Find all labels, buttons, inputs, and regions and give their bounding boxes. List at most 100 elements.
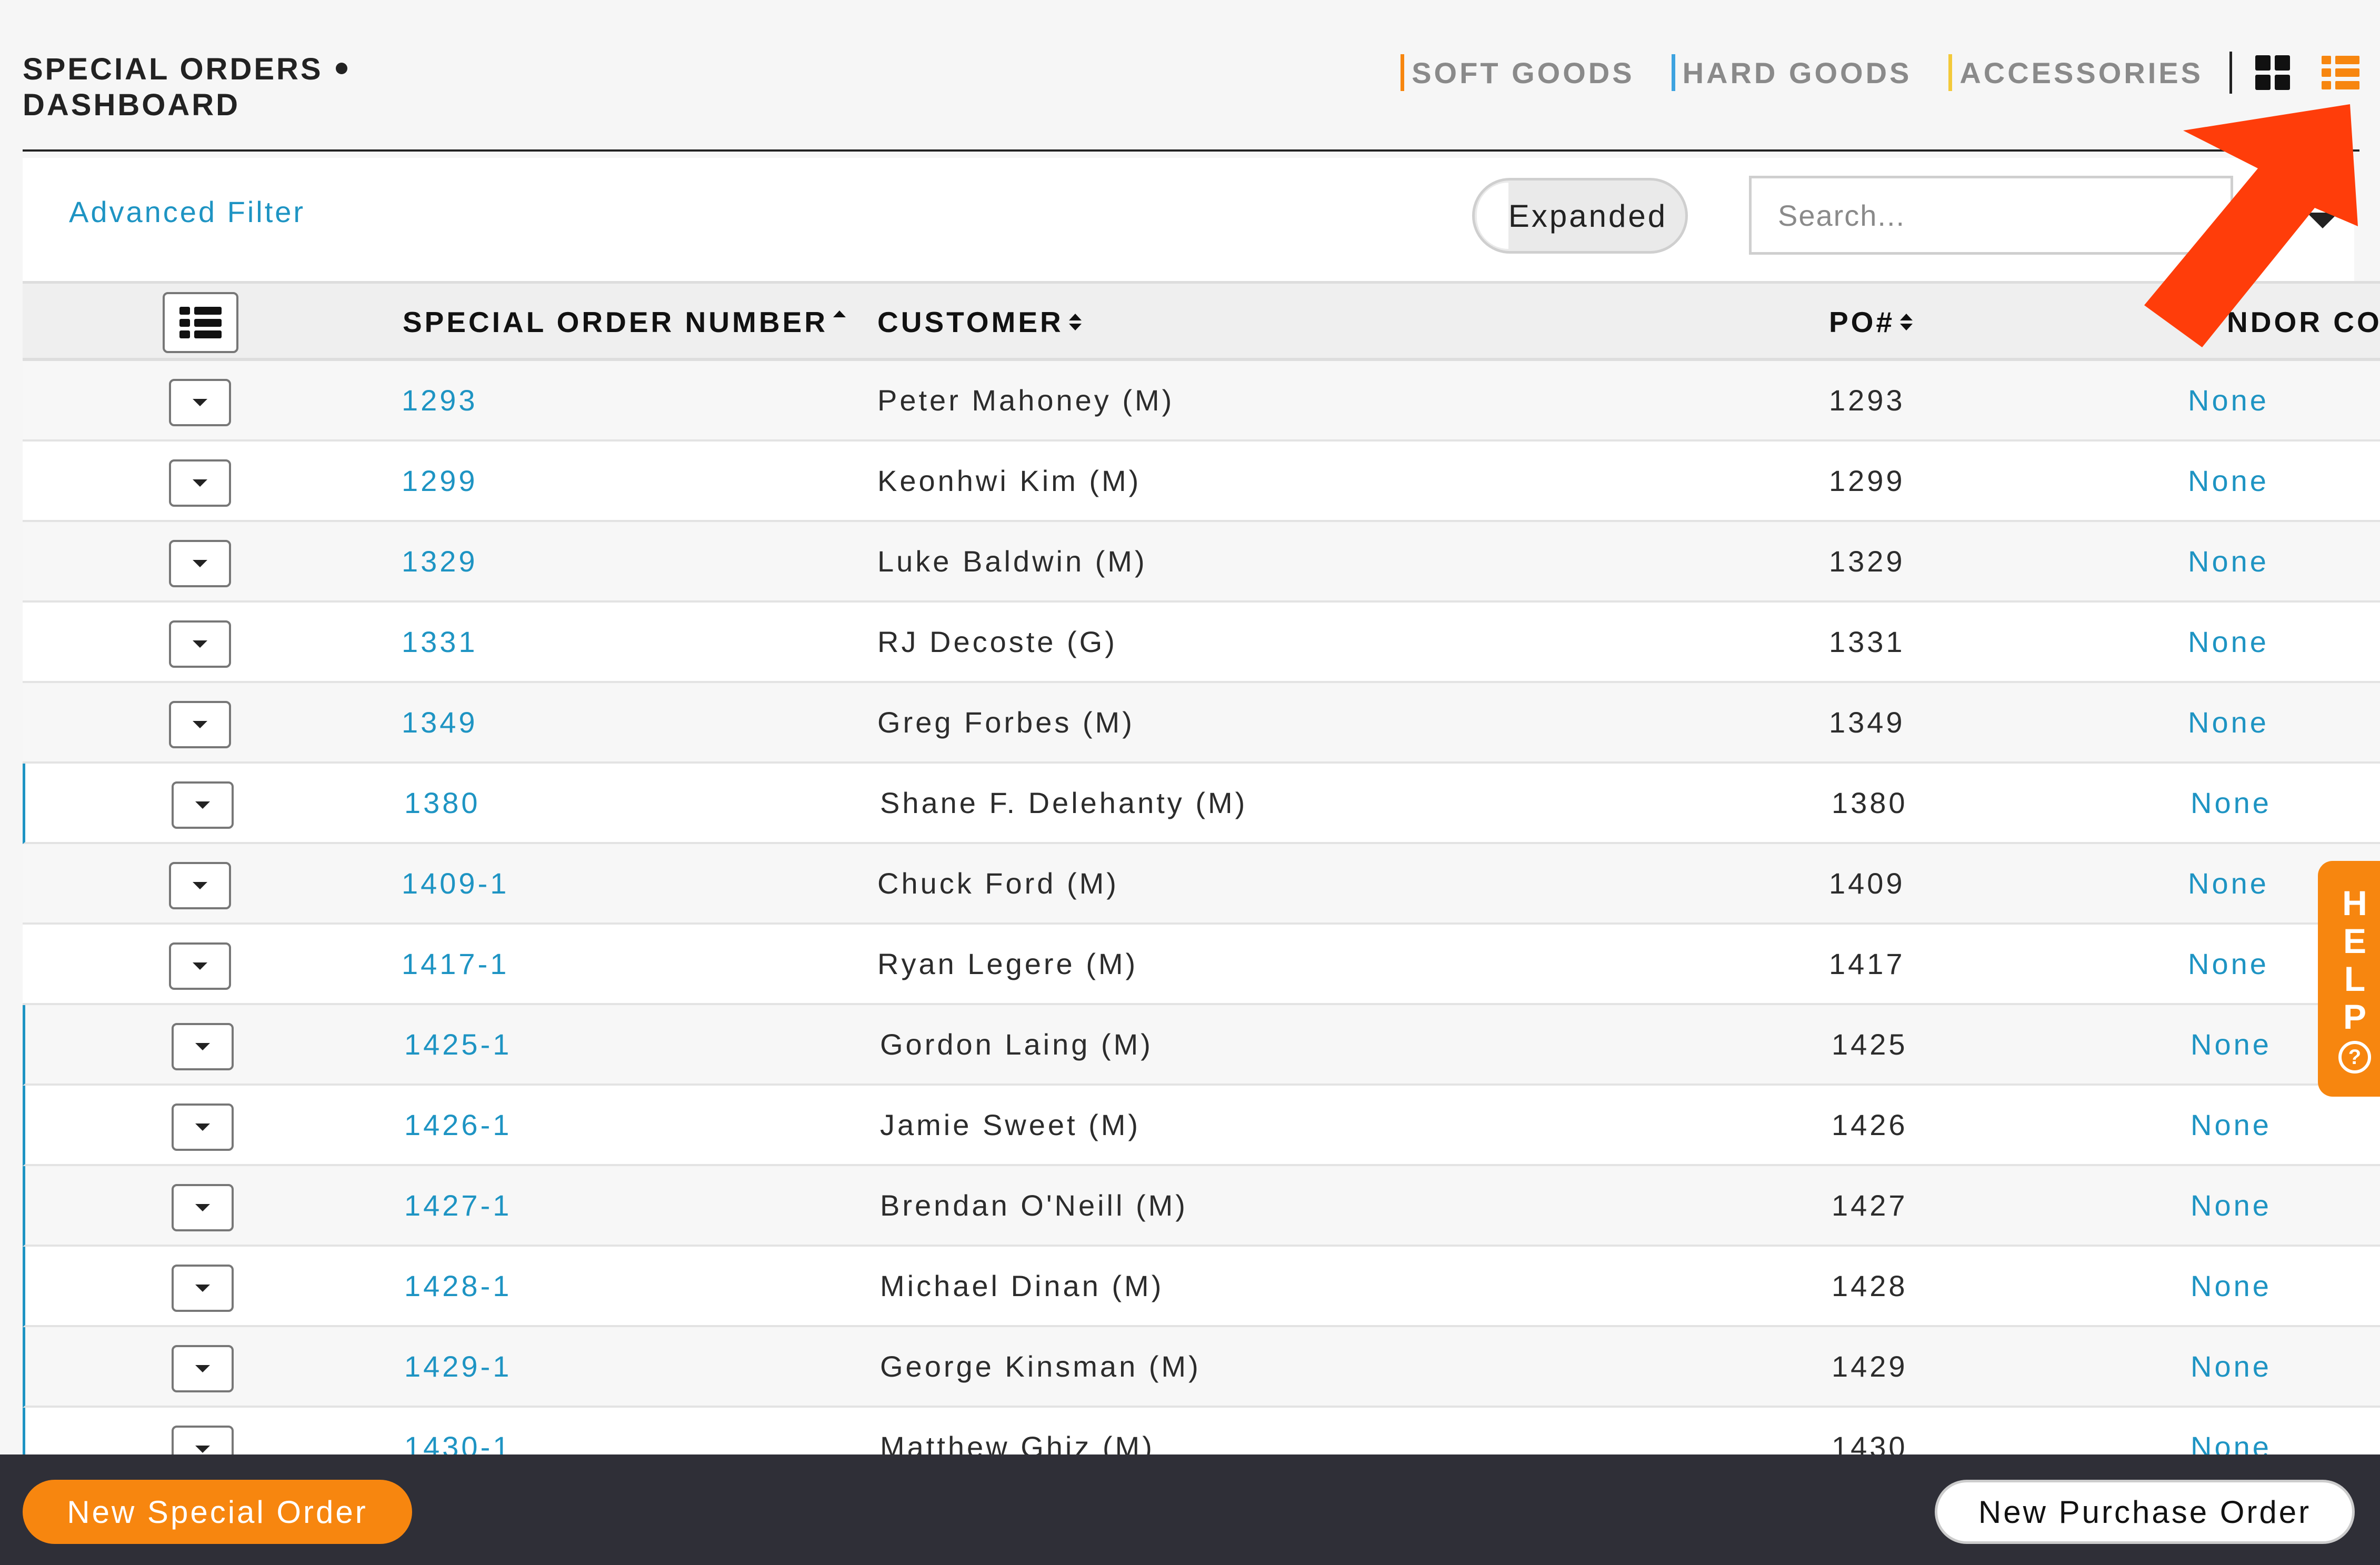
orders-table: SPECIAL ORDER NUMBER CUSTOMER PO# NDOR C…	[23, 281, 2380, 1454]
column-label: SPECIAL ORDER NUMBER	[403, 306, 828, 338]
po-cell: 1430	[1832, 1430, 1908, 1454]
order-number-link[interactable]: 1429-1	[404, 1327, 512, 1406]
order-number-link[interactable]: 1293	[402, 361, 478, 439]
order-number-link[interactable]: 1427-1	[404, 1166, 512, 1245]
po-cell: 1299	[1829, 464, 1905, 497]
row-actions-button[interactable]	[172, 1103, 234, 1151]
po-cell: 1380	[1832, 786, 1908, 819]
column-header-order-number[interactable]: SPECIAL ORDER NUMBER	[403, 284, 846, 360]
order-number-link[interactable]: 1428-1	[404, 1247, 512, 1325]
new-purchase-order-button[interactable]: New Purchase Order	[1935, 1480, 2355, 1544]
customer-cell: Ryan Legere (M)	[877, 947, 1138, 980]
vendor-confirmation-link[interactable]: None	[2191, 1327, 2272, 1406]
caret-down-icon	[195, 1285, 210, 1292]
table-row: 1329 Luke Baldwin (M) 1329 None	[23, 522, 2380, 603]
list-view-icon[interactable]	[2322, 56, 2359, 89]
order-number-link[interactable]: 1425-1	[404, 1005, 512, 1084]
caret-down-icon	[193, 882, 207, 889]
column-header-customer[interactable]: CUSTOMER	[877, 284, 1082, 360]
vendor-confirmation-link[interactable]: None	[2188, 603, 2269, 681]
page-title-line2: DASHBOARD	[23, 88, 240, 122]
row-actions-button[interactable]	[172, 1265, 234, 1312]
category-hard-goods[interactable]: HARD GOODS	[1671, 54, 1912, 91]
customer-cell: George Kinsman (M)	[880, 1350, 1201, 1383]
customer-cell: Brendan O'Neill (M)	[880, 1189, 1188, 1222]
vendor-confirmation-link[interactable]: None	[2191, 1408, 2272, 1454]
category-accessories[interactable]: ACCESSORIES	[1948, 54, 2203, 91]
vendor-confirmation-link[interactable]: None	[2191, 1086, 2272, 1164]
vendor-confirmation-link[interactable]: None	[2188, 844, 2269, 922]
column-options-button[interactable]	[163, 292, 238, 353]
help-letter: L	[2344, 959, 2366, 998]
order-number-link[interactable]: 1329	[402, 522, 478, 600]
chevron-down-icon[interactable]	[2307, 213, 2338, 228]
advanced-filter-link[interactable]: Advanced Filter	[69, 195, 305, 229]
table-body: 1293 Peter Mahoney (M) 1293 None 1299 Keonhw…	[23, 361, 2380, 1454]
row-actions-button[interactable]	[172, 1345, 234, 1392]
row-actions-button[interactable]	[172, 1023, 234, 1070]
customer-cell: Chuck Ford (M)	[877, 867, 1119, 900]
order-number-link[interactable]: 1349	[402, 683, 478, 761]
title-dot	[335, 62, 347, 74]
caret-down-icon	[195, 1123, 210, 1131]
po-cell: 1409	[1829, 867, 1905, 900]
row-actions-button[interactable]	[169, 379, 231, 426]
customer-cell: Shane F. Delehanty (M)	[880, 786, 1248, 819]
row-actions-button[interactable]	[172, 1184, 234, 1231]
row-actions-button[interactable]	[169, 540, 231, 587]
help-tab[interactable]: H E L P ?	[2318, 861, 2380, 1097]
order-number-link[interactable]: 1331	[402, 603, 478, 681]
table-row: 1426-1 Jamie Sweet (M) 1426 None	[23, 1086, 2380, 1166]
table-row: 1331 RJ Decoste (G) 1331 None	[23, 603, 2380, 683]
vendor-confirmation-link[interactable]: None	[2188, 683, 2269, 761]
table-row: 1429-1 George Kinsman (M) 1429 None	[23, 1327, 2380, 1408]
row-actions-button[interactable]	[169, 459, 231, 507]
vendor-confirmation-link[interactable]: None	[2188, 361, 2269, 439]
table-row: 1430-1 Matthew Ghiz (M) 1430 None	[23, 1408, 2380, 1454]
caret-down-icon	[195, 1365, 210, 1372]
search-input[interactable]	[1749, 176, 2233, 255]
category-label: ACCESSORIES	[1959, 56, 2203, 89]
row-actions-button[interactable]	[169, 862, 231, 909]
help-letter: P	[2343, 997, 2367, 1036]
row-actions-button[interactable]	[169, 942, 231, 990]
caret-down-icon	[195, 801, 210, 809]
caret-down-icon	[195, 1446, 210, 1453]
vendor-confirmation-link[interactable]: None	[2191, 1166, 2272, 1245]
po-cell: 1329	[1829, 545, 1905, 578]
vendor-confirmation-link[interactable]: None	[2191, 1247, 2272, 1325]
customer-cell: Greg Forbes (M)	[877, 706, 1135, 739]
question-icon: ?	[2338, 1041, 2371, 1074]
order-number-link[interactable]: 1417-1	[402, 925, 509, 1003]
customer-cell: Peter Mahoney (M)	[877, 384, 1175, 417]
column-header-vendor[interactable]: NDOR CO	[2227, 284, 2380, 360]
expanded-toggle[interactable]: Expanded	[1472, 178, 1688, 254]
vendor-confirmation-link[interactable]: None	[2191, 1005, 2272, 1084]
table-row: 1417-1 Ryan Legere (M) 1417 None	[23, 925, 2380, 1005]
vendor-confirmation-link[interactable]: None	[2188, 925, 2269, 1003]
order-number-link[interactable]: 1380	[404, 764, 481, 842]
po-cell: 1429	[1832, 1350, 1908, 1383]
column-header-po[interactable]: PO#	[1829, 284, 1913, 360]
filter-panel: Advanced Filter Expanded	[23, 158, 2354, 281]
order-number-link[interactable]: 1426-1	[404, 1086, 512, 1164]
vendor-confirmation-link[interactable]: None	[2188, 522, 2269, 600]
category-color-bar	[1401, 54, 1405, 91]
po-cell: 1417	[1829, 947, 1905, 980]
new-special-order-button[interactable]: New Special Order	[23, 1480, 412, 1544]
vendor-confirmation-link[interactable]: None	[2191, 764, 2272, 842]
row-actions-button[interactable]	[169, 620, 231, 668]
table-row: 1299 Keonhwi Kim (M) 1299 None	[23, 442, 2380, 522]
order-number-link[interactable]: 1430-1	[404, 1408, 512, 1454]
category-soft-goods[interactable]: SOFT GOODS	[1401, 54, 1634, 91]
category-label: SOFT GOODS	[1412, 56, 1635, 89]
order-number-link[interactable]: 1299	[402, 442, 478, 520]
row-actions-button[interactable]	[172, 781, 234, 829]
vendor-confirmation-link[interactable]: None	[2188, 442, 2269, 520]
grid-view-icon[interactable]	[2255, 55, 2290, 90]
row-actions-button[interactable]	[172, 1426, 234, 1454]
page-header: SPECIAL ORDERS DASHBOARD SOFT GOODS HARD…	[23, 52, 2359, 152]
order-number-link[interactable]: 1409-1	[402, 844, 509, 922]
row-actions-button[interactable]	[169, 701, 231, 748]
table-row: 1349 Greg Forbes (M) 1349 None	[23, 683, 2380, 764]
